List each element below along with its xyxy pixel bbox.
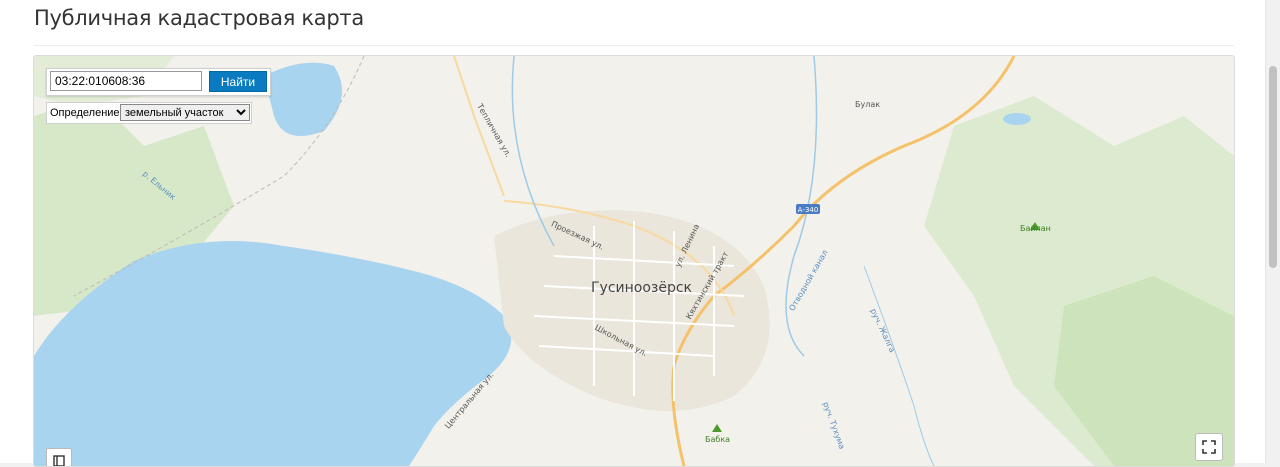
cadastral-search: Найти (46, 68, 271, 96)
find-button[interactable]: Найти (209, 71, 267, 92)
definition-control: Определение: земельный участок (46, 102, 252, 124)
urban-area (494, 210, 770, 411)
place-label-bulak: Булак (855, 100, 881, 109)
map-view[interactable]: А-340 Гусиноозёрск Булак Байлан Бабка Те… (33, 55, 1235, 467)
scrollbar-thumb[interactable] (1269, 66, 1277, 268)
fullscreen-button[interactable] (1195, 433, 1223, 461)
city-label: Гусиноозёрск (591, 280, 693, 296)
stream (863, 265, 935, 466)
cadastral-number-input[interactable] (50, 71, 202, 91)
definition-select[interactable]: земельный участок (120, 104, 250, 121)
peak-icon (712, 424, 722, 432)
layers-icon (53, 455, 65, 466)
layers-button[interactable] (46, 448, 72, 466)
place-label-babka: Бабка (705, 435, 731, 444)
definition-label: Определение: (50, 107, 123, 119)
place-label-bailan: Байлан (1020, 224, 1051, 233)
pond (264, 62, 342, 136)
fullscreen-icon (1202, 440, 1216, 454)
main-panel: Публичная кадастровая карта А-340 Гусино… (0, 0, 1266, 467)
pond (1003, 113, 1031, 125)
road-badge: А-340 (798, 206, 819, 214)
page-title: Публичная кадастровая карта (34, 6, 364, 30)
divider (34, 45, 1234, 46)
